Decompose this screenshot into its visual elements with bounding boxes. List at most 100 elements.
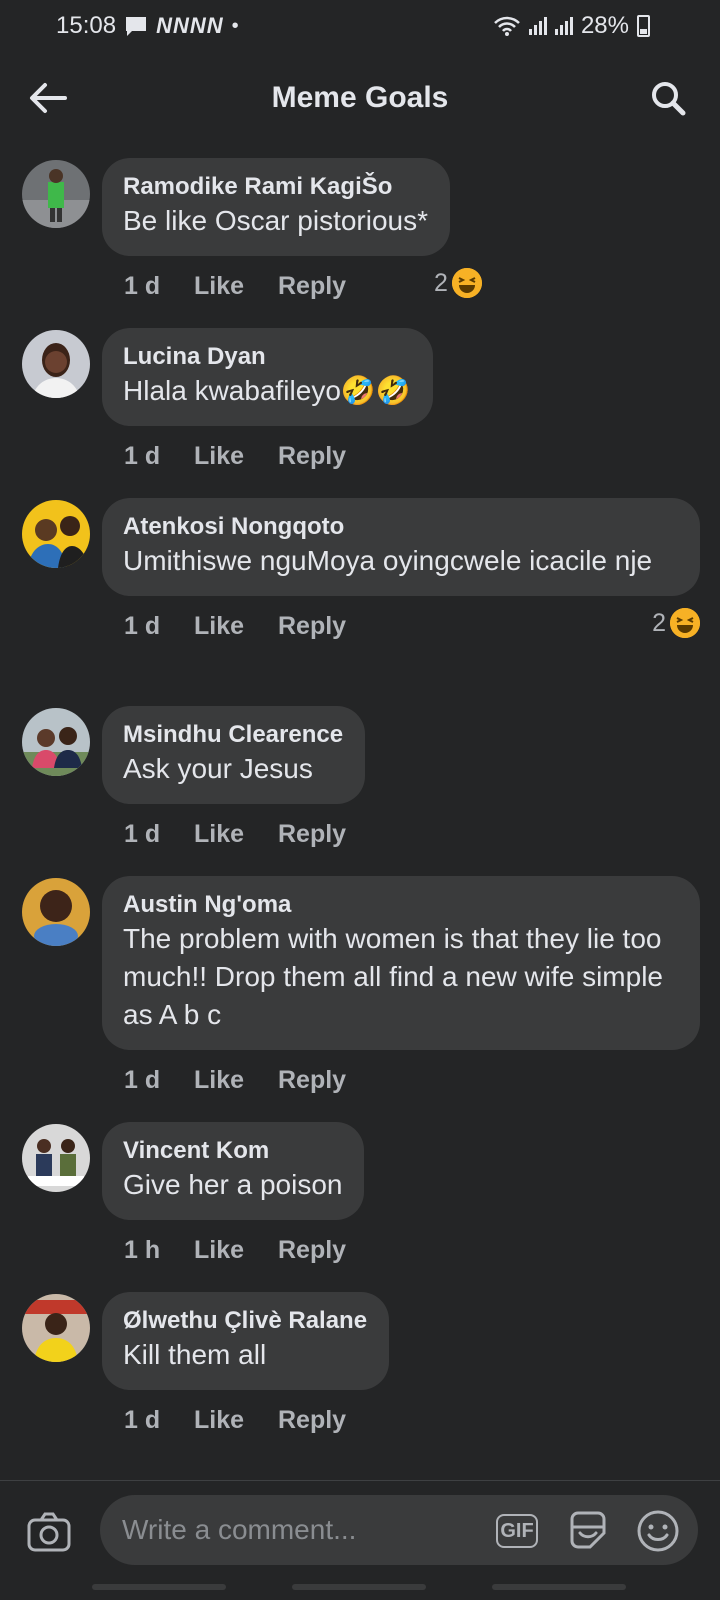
comment-time[interactable]: 1 d <box>124 1406 194 1435</box>
avatar[interactable] <box>22 500 90 568</box>
comment-author[interactable]: Austin Ng'oma <box>123 890 678 920</box>
avatar[interactable] <box>22 1294 90 1362</box>
sticker-icon <box>570 1511 606 1549</box>
comment-author[interactable]: Vincent Kom <box>123 1136 342 1166</box>
comment-item: Lucina Dyan Hlala kwabafileyo🤣🤣 1 d Like… <box>0 314 720 484</box>
comment-bubble[interactable]: Atenkosi Nongqoto Umithiswe nguMoya oyin… <box>102 498 700 596</box>
comment-bubble[interactable]: Msindhu Clearence Ask your Jesus <box>102 706 366 804</box>
comment-time[interactable]: 1 d <box>124 1066 194 1095</box>
comment-actions: 1 d Like Reply 2 <box>102 596 700 656</box>
comment-bubble[interactable]: Lucina Dyan Hlala kwabafileyo🤣🤣 <box>102 328 433 426</box>
like-button[interactable]: Like <box>194 442 278 471</box>
comment-time[interactable]: 1 d <box>124 612 194 641</box>
system-nav-bar <box>0 1582 720 1600</box>
comment-author[interactable]: Msindhu Clearence <box>123 720 343 750</box>
reaction-summary[interactable]: 2 <box>434 268 482 298</box>
comment-author[interactable]: Atenkosi Nongqoto <box>123 512 678 542</box>
comment-author[interactable]: Lucina Dyan <box>123 342 411 372</box>
nav-home-indicator[interactable] <box>292 1584 426 1590</box>
comment-bubble[interactable]: Ølwethu Çlivè Ralane Kill them all <box>102 1292 390 1390</box>
dot-icon: • <box>231 14 239 37</box>
emoji-button[interactable] <box>636 1509 680 1553</box>
reply-button[interactable]: Reply <box>278 1406 346 1435</box>
like-button[interactable]: Like <box>194 1066 278 1095</box>
status-right: 28% <box>493 12 650 40</box>
sticker-button[interactable] <box>566 1509 610 1553</box>
comment-input-placeholder: Write a comment... <box>122 1514 357 1545</box>
reply-button[interactable]: Reply <box>278 820 346 849</box>
avatar[interactable] <box>22 160 90 228</box>
comment-author[interactable]: Ølwethu Çlivè Ralane <box>123 1306 367 1336</box>
battery-percent: 28% <box>580 12 629 39</box>
comment-author[interactable]: Ramodike Rami KagiŠo <box>123 172 428 202</box>
reply-button[interactable]: Reply <box>278 1236 346 1265</box>
like-button[interactable]: Like <box>194 1236 278 1265</box>
laughing-emoji-icon <box>670 608 700 638</box>
like-button[interactable]: Like <box>194 612 278 641</box>
avatar[interactable] <box>22 878 90 946</box>
reply-button[interactable]: Reply <box>278 612 346 641</box>
reaction-count: 2 <box>652 608 666 637</box>
comment-bubble[interactable]: Vincent Kom Give her a poison <box>102 1122 365 1220</box>
camera-button[interactable] <box>26 1509 72 1555</box>
comment-actions: 1 d Like Reply <box>102 426 700 486</box>
comment-item: Austin Ng'oma The problem with women is … <box>0 862 720 1108</box>
avatar[interactable] <box>22 1124 90 1192</box>
back-button[interactable] <box>26 76 70 120</box>
comment-text: Give her a poison <box>123 1169 343 1200</box>
reaction-count: 2 <box>434 268 448 297</box>
status-bar: 15:08 NNNN • 28% <box>0 0 720 52</box>
top-app-bar: Meme Goals <box>0 52 720 144</box>
reply-button[interactable]: Reply <box>278 272 346 301</box>
like-button[interactable]: Like <box>194 272 278 301</box>
comment-list: Ramodike Rami KagiŠo Be like Oscar pisto… <box>0 144 720 1448</box>
comment-actions: 1 d Like Reply <box>102 804 700 864</box>
comment-item: Vincent Kom Give her a poison 1 h Like R… <box>0 1108 720 1278</box>
avatar[interactable] <box>22 330 90 398</box>
comment-item: Ølwethu Çlivè Ralane Kill them all 1 d L… <box>0 1278 720 1448</box>
smiley-icon <box>637 1510 679 1552</box>
reply-button[interactable]: Reply <box>278 1066 346 1095</box>
like-button[interactable]: Like <box>194 1406 278 1435</box>
gif-button[interactable]: GIF <box>496 1514 538 1548</box>
battery-icon <box>637 15 650 37</box>
search-button[interactable] <box>646 76 690 120</box>
nav-recent-indicator[interactable] <box>92 1584 226 1590</box>
arrow-left-icon <box>30 83 67 113</box>
comment-item: Ramodike Rami KagiŠo Be like Oscar pisto… <box>0 144 720 314</box>
search-icon <box>652 82 686 116</box>
comment-text: Hlala kwabafileyo🤣🤣 <box>123 375 411 406</box>
comment-input[interactable]: Write a comment... GIF <box>100 1495 698 1565</box>
status-time: 15:08 <box>56 12 117 39</box>
comment-actions: 1 h Like Reply <box>102 1220 700 1280</box>
comment-time[interactable]: 1 d <box>124 272 194 301</box>
comment-text: Be like Oscar pistorious* <box>123 205 429 236</box>
wifi-icon <box>494 16 520 36</box>
comment-text: Umithiswe nguMoya oyingcwele icacile nje <box>123 545 653 576</box>
signal-icon-2 <box>554 17 573 35</box>
like-button[interactable]: Like <box>194 820 278 849</box>
comment-item: Atenkosi Nongqoto Umithiswe nguMoya oyin… <box>0 484 720 692</box>
message-notification-icon <box>126 17 147 36</box>
comment-time[interactable]: 1 h <box>124 1236 194 1265</box>
comment-actions: 1 d Like Reply <box>102 1390 700 1450</box>
comment-text: Kill them all <box>123 1339 267 1370</box>
comment-time[interactable]: 1 d <box>124 820 194 849</box>
comment-actions: 1 d Like Reply <box>102 1050 700 1110</box>
reaction-summary[interactable]: 2 <box>652 608 700 638</box>
page-title: Meme Goals <box>271 81 449 114</box>
comment-text: The problem with women is that they lie … <box>123 923 663 1030</box>
nav-back-indicator[interactable] <box>492 1584 626 1590</box>
comment-time[interactable]: 1 d <box>124 442 194 471</box>
status-left: 15:08 NNNN • <box>56 12 239 40</box>
laughing-emoji-icon <box>451 268 482 298</box>
camera-icon <box>27 1512 71 1552</box>
comment-actions: 1 d Like Reply 2 <box>102 256 700 316</box>
comment-bubble[interactable]: Ramodike Rami KagiŠo Be like Oscar pisto… <box>102 158 451 256</box>
notification-icons: NNNN <box>156 13 224 38</box>
comment-item: Msindhu Clearence Ask your Jesus 1 d Lik… <box>0 692 720 862</box>
comment-bubble[interactable]: Austin Ng'oma The problem with women is … <box>102 876 700 1050</box>
reply-button[interactable]: Reply <box>278 442 346 471</box>
comment-text: Ask your Jesus <box>123 753 313 784</box>
avatar[interactable] <box>22 708 90 776</box>
